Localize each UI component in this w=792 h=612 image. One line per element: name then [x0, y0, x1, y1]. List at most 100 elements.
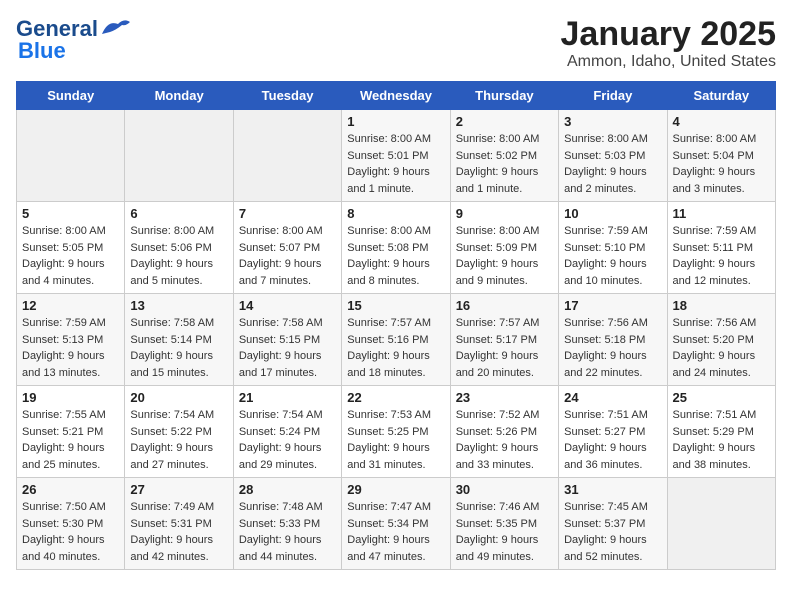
week-row-3: 12 Sunrise: 7:59 AM Sunset: 5:13 PM Dayli…: [17, 294, 776, 386]
day-info: Sunrise: 7:56 AM Sunset: 5:18 PM Dayligh…: [564, 315, 661, 381]
day-info: Sunrise: 8:00 AM Sunset: 5:01 PM Dayligh…: [347, 131, 444, 197]
day-number: 27: [130, 482, 227, 497]
calendar-cell: 15 Sunrise: 7:57 AM Sunset: 5:16 PM Dayli…: [342, 294, 450, 386]
calendar-cell: 6 Sunrise: 8:00 AM Sunset: 5:06 PM Daylig…: [125, 202, 233, 294]
day-info: Sunrise: 7:46 AM Sunset: 5:35 PM Dayligh…: [456, 499, 553, 565]
calendar-cell: [233, 110, 341, 202]
calendar-cell: 7 Sunrise: 8:00 AM Sunset: 5:07 PM Daylig…: [233, 202, 341, 294]
calendar-table: SundayMondayTuesdayWednesdayThursdayFrid…: [16, 81, 776, 570]
day-info: Sunrise: 7:45 AM Sunset: 5:37 PM Dayligh…: [564, 499, 661, 565]
day-number: 31: [564, 482, 661, 497]
calendar-cell: 5Sunrise: 8:00 AM Sunset: 5:05 PM Daylig…: [17, 202, 125, 294]
day-info: Sunrise: 7:51 AM Sunset: 5:29 PM Dayligh…: [673, 407, 770, 473]
day-number: 22: [347, 390, 444, 405]
calendar-cell: 10Sunrise: 7:59 AM Sunset: 5:10 PM Dayli…: [559, 202, 667, 294]
calendar-cell: 24 Sunrise: 7:51 AM Sunset: 5:27 PM Dayli…: [559, 386, 667, 478]
calendar-cell: [667, 478, 775, 570]
calendar-cell: 25 Sunrise: 7:51 AM Sunset: 5:29 PM Dayli…: [667, 386, 775, 478]
day-number: 4: [673, 114, 770, 129]
calendar-body: 1 Sunrise: 8:00 AM Sunset: 5:01 PM Daylig…: [17, 110, 776, 570]
calendar-cell: 3 Sunrise: 8:00 AM Sunset: 5:03 PM Daylig…: [559, 110, 667, 202]
day-number: 15: [347, 298, 444, 313]
day-info: Sunrise: 7:54 AM Sunset: 5:24 PM Dayligh…: [239, 407, 336, 473]
calendar-cell: [17, 110, 125, 202]
calendar-cell: 22Sunrise: 7:53 AM Sunset: 5:25 PM Dayli…: [342, 386, 450, 478]
day-number: 23: [456, 390, 553, 405]
day-of-week-wednesday: Wednesday: [342, 82, 450, 110]
day-number: 14: [239, 298, 336, 313]
day-number: 26: [22, 482, 119, 497]
calendar-cell: 13 Sunrise: 7:58 AM Sunset: 5:14 PM Dayli…: [125, 294, 233, 386]
day-info: Sunrise: 8:00 AM Sunset: 5:02 PM Dayligh…: [456, 131, 553, 197]
day-number: 13: [130, 298, 227, 313]
day-number: 21: [239, 390, 336, 405]
day-number: 25: [673, 390, 770, 405]
calendar-cell: 18Sunrise: 7:56 AM Sunset: 5:20 PM Dayli…: [667, 294, 775, 386]
day-info: Sunrise: 7:57 AM Sunset: 5:16 PM Dayligh…: [347, 315, 444, 381]
calendar-cell: 11Sunrise: 7:59 AM Sunset: 5:11 PM Dayli…: [667, 202, 775, 294]
day-number: 16: [456, 298, 553, 313]
calendar-cell: 17 Sunrise: 7:56 AM Sunset: 5:18 PM Dayli…: [559, 294, 667, 386]
day-info: Sunrise: 7:55 AM Sunset: 5:21 PM Dayligh…: [22, 407, 119, 473]
day-number: 8: [347, 206, 444, 221]
day-of-week-thursday: Thursday: [450, 82, 558, 110]
day-number: 18: [673, 298, 770, 313]
calendar-cell: 19 Sunrise: 7:55 AM Sunset: 5:21 PM Dayli…: [17, 386, 125, 478]
day-info: Sunrise: 7:47 AM Sunset: 5:34 PM Dayligh…: [347, 499, 444, 565]
day-of-week-tuesday: Tuesday: [233, 82, 341, 110]
day-info: Sunrise: 8:00 AM Sunset: 5:06 PM Dayligh…: [130, 223, 227, 289]
calendar-cell: 8 Sunrise: 8:00 AM Sunset: 5:08 PM Daylig…: [342, 202, 450, 294]
day-number: 30: [456, 482, 553, 497]
week-row-4: 19 Sunrise: 7:55 AM Sunset: 5:21 PM Dayli…: [17, 386, 776, 478]
page-title: January 2025: [561, 16, 777, 53]
day-info: Sunrise: 7:59 AM Sunset: 5:13 PM Dayligh…: [22, 315, 119, 381]
day-info: Sunrise: 8:00 AM Sunset: 5:07 PM Dayligh…: [239, 223, 336, 289]
day-info: Sunrise: 8:00 AM Sunset: 5:05 PM Dayligh…: [22, 223, 119, 289]
calendar-cell: 14 Sunrise: 7:58 AM Sunset: 5:15 PM Dayli…: [233, 294, 341, 386]
day-info: Sunrise: 8:00 AM Sunset: 5:03 PM Dayligh…: [564, 131, 661, 197]
week-row-5: 26 Sunrise: 7:50 AM Sunset: 5:30 PM Dayli…: [17, 478, 776, 570]
calendar-cell: 28Sunrise: 7:48 AM Sunset: 5:33 PM Dayli…: [233, 478, 341, 570]
calendar-cell: 21 Sunrise: 7:54 AM Sunset: 5:24 PM Dayli…: [233, 386, 341, 478]
day-number: 1: [347, 114, 444, 129]
day-info: Sunrise: 7:57 AM Sunset: 5:17 PM Dayligh…: [456, 315, 553, 381]
page-subtitle: Ammon, Idaho, United States: [561, 53, 777, 71]
week-row-1: 1 Sunrise: 8:00 AM Sunset: 5:01 PM Daylig…: [17, 110, 776, 202]
day-number: 3: [564, 114, 661, 129]
calendar-cell: 20 Sunrise: 7:54 AM Sunset: 5:22 PM Dayli…: [125, 386, 233, 478]
day-info: Sunrise: 7:50 AM Sunset: 5:30 PM Dayligh…: [22, 499, 119, 565]
day-number: 28: [239, 482, 336, 497]
calendar-cell: 29 Sunrise: 7:47 AM Sunset: 5:34 PM Dayli…: [342, 478, 450, 570]
calendar-cell: 1 Sunrise: 8:00 AM Sunset: 5:01 PM Daylig…: [342, 110, 450, 202]
day-number: 17: [564, 298, 661, 313]
day-number: 9: [456, 206, 553, 221]
calendar-cell: [125, 110, 233, 202]
day-info: Sunrise: 7:59 AM Sunset: 5:11 PM Dayligh…: [673, 223, 770, 289]
calendar-cell: 27Sunrise: 7:49 AM Sunset: 5:31 PM Dayli…: [125, 478, 233, 570]
day-number: 24: [564, 390, 661, 405]
day-number: 6: [130, 206, 227, 221]
day-info: Sunrise: 8:00 AM Sunset: 5:08 PM Dayligh…: [347, 223, 444, 289]
header: General Blue January 2025 Ammon, Idaho, …: [16, 16, 776, 71]
calendar-cell: 2Sunrise: 8:00 AM Sunset: 5:02 PM Daylig…: [450, 110, 558, 202]
day-info: Sunrise: 7:54 AM Sunset: 5:22 PM Dayligh…: [130, 407, 227, 473]
day-info: Sunrise: 8:00 AM Sunset: 5:09 PM Dayligh…: [456, 223, 553, 289]
day-number: 19: [22, 390, 119, 405]
day-info: Sunrise: 7:58 AM Sunset: 5:15 PM Dayligh…: [239, 315, 336, 381]
day-number: 12: [22, 298, 119, 313]
week-row-2: 5Sunrise: 8:00 AM Sunset: 5:05 PM Daylig…: [17, 202, 776, 294]
calendar-cell: 4 Sunrise: 8:00 AM Sunset: 5:04 PM Daylig…: [667, 110, 775, 202]
day-info: Sunrise: 7:52 AM Sunset: 5:26 PM Dayligh…: [456, 407, 553, 473]
title-area: January 2025 Ammon, Idaho, United States: [561, 16, 777, 71]
calendar-cell: 31 Sunrise: 7:45 AM Sunset: 5:37 PM Dayli…: [559, 478, 667, 570]
days-of-week-row: SundayMondayTuesdayWednesdayThursdayFrid…: [17, 82, 776, 110]
day-number: 29: [347, 482, 444, 497]
calendar-cell: 12 Sunrise: 7:59 AM Sunset: 5:13 PM Dayli…: [17, 294, 125, 386]
logo-bird-icon: [100, 16, 132, 38]
day-info: Sunrise: 7:51 AM Sunset: 5:27 PM Dayligh…: [564, 407, 661, 473]
day-info: Sunrise: 8:00 AM Sunset: 5:04 PM Dayligh…: [673, 131, 770, 197]
logo-blue: Blue: [18, 38, 66, 64]
day-info: Sunrise: 7:58 AM Sunset: 5:14 PM Dayligh…: [130, 315, 227, 381]
day-number: 20: [130, 390, 227, 405]
day-number: 7: [239, 206, 336, 221]
